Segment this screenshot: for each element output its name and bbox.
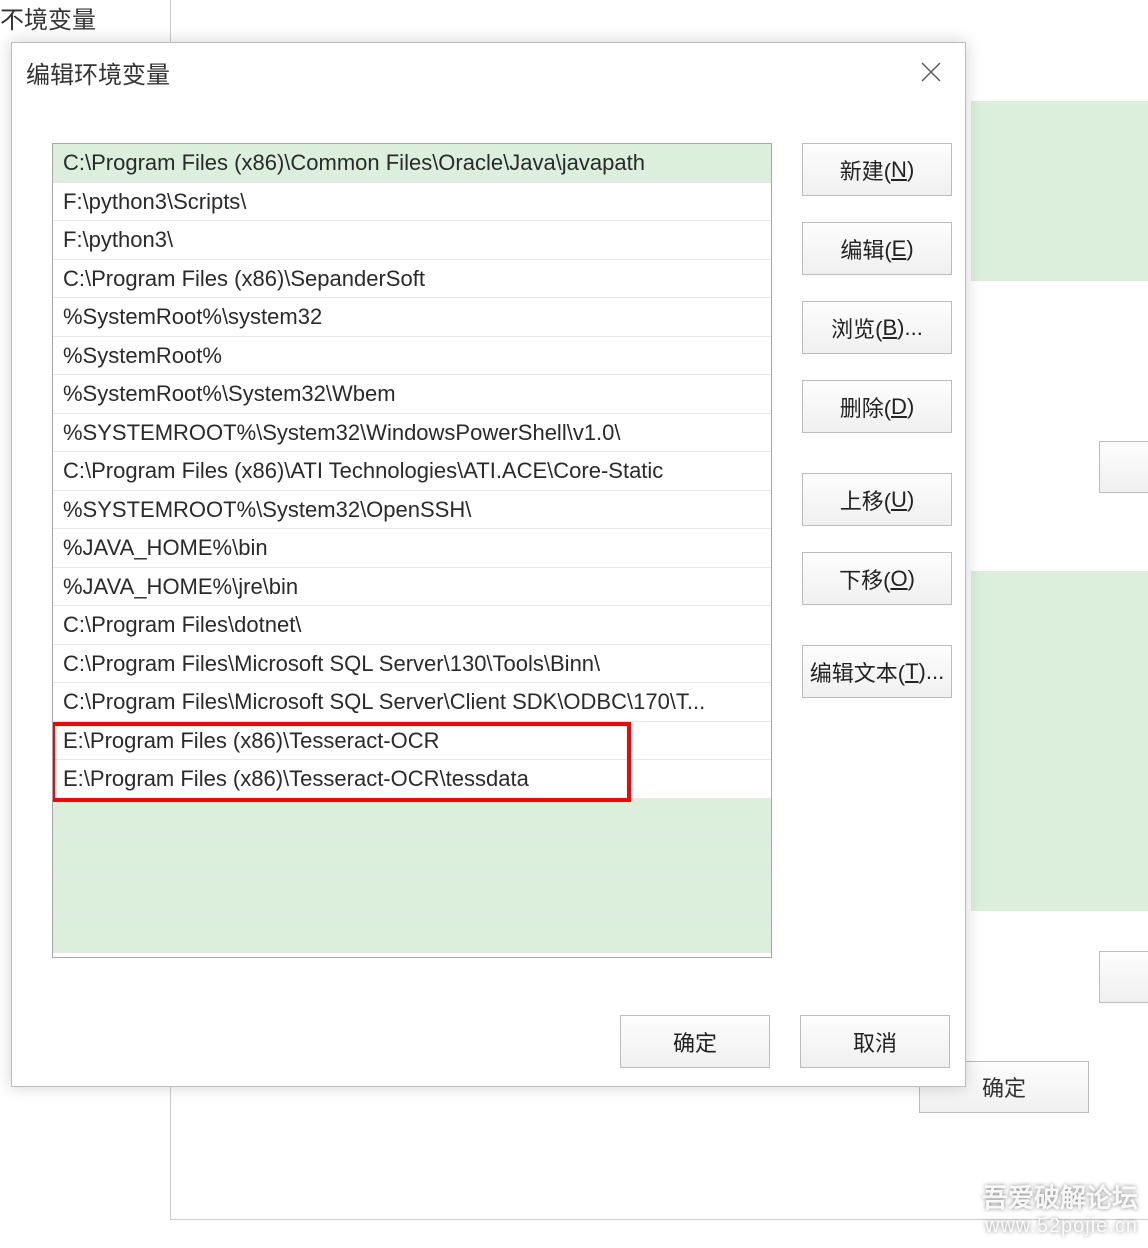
list-item[interactable]: C:\Program Files (x86)\SepanderSoft — [53, 260, 771, 299]
list-item-empty[interactable] — [53, 914, 771, 953]
ok-button[interactable]: 确定 — [620, 1015, 770, 1068]
list-item-empty[interactable] — [53, 837, 771, 876]
edit-text-button[interactable]: 编辑文本(T)... — [802, 645, 952, 698]
edit-button[interactable]: 编辑(E) — [802, 222, 952, 275]
bg-delete-l-button[interactable]: 除(L) — [1099, 951, 1148, 1003]
path-listbox[interactable]: C:\Program Files (x86)\Common Files\Orac… — [52, 143, 772, 958]
list-item[interactable]: F:\python3\Scripts\ — [53, 183, 771, 222]
delete-button[interactable]: 删除(D) — [802, 380, 952, 433]
list-item[interactable]: %SystemRoot%\system32 — [53, 298, 771, 337]
move-up-button[interactable]: 上移(U) — [802, 473, 952, 526]
side-buttons: 新建(N) 编辑(E) 浏览(B)... 删除(D) 上移(U) 下移(O) 编… — [802, 143, 952, 724]
move-down-button[interactable]: 下移(O) — [802, 552, 952, 605]
new-button[interactable]: 新建(N) — [802, 143, 952, 196]
list-item[interactable]: C:\Program Files\Microsoft SQL Server\Cl… — [53, 683, 771, 722]
list-item[interactable]: C:\Program Files\dotnet\ — [53, 606, 771, 645]
edit-env-var-dialog: 编辑环境变量 C:\Program Files (x86)\Common Fil… — [11, 42, 966, 1087]
list-item[interactable]: C:\Program Files\Microsoft SQL Server\13… — [53, 645, 771, 684]
bg-delete-d-button[interactable]: 除(D) — [1099, 441, 1148, 493]
bg-green-1 — [971, 101, 1148, 281]
list-item[interactable]: C:\Program Files (x86)\Common Files\Orac… — [53, 144, 771, 183]
dialog-footer: 确定 取消 — [620, 1015, 950, 1068]
list-item[interactable]: %JAVA_HOME%\bin — [53, 529, 771, 568]
titlebar: 编辑环境变量 — [12, 43, 965, 91]
close-icon — [920, 61, 942, 83]
list-item[interactable]: %SYSTEMROOT%\System32\WindowsPowerShell\… — [53, 414, 771, 453]
list-item[interactable]: F:\python3\ — [53, 221, 771, 260]
close-button[interactable] — [911, 52, 951, 92]
dialog-title: 编辑环境变量 — [26, 55, 170, 90]
cancel-button[interactable]: 取消 — [800, 1015, 950, 1068]
list-item[interactable]: %SystemRoot%\System32\Wbem — [53, 375, 771, 414]
list-item[interactable]: C:\Program Files (x86)\ATI Technologies\… — [53, 452, 771, 491]
bg-window-title: 不境变量 — [0, 0, 96, 35]
list-item[interactable]: %SystemRoot% — [53, 337, 771, 376]
list-item[interactable]: %SYSTEMROOT%\System32\OpenSSH\ — [53, 491, 771, 530]
browse-button[interactable]: 浏览(B)... — [802, 301, 952, 354]
bg-green-2 — [971, 571, 1148, 911]
list-item[interactable]: E:\Program Files (x86)\Tesseract-OCR — [53, 722, 771, 761]
list-item-empty[interactable] — [53, 876, 771, 915]
client-area: C:\Program Files (x86)\Common Files\Orac… — [52, 143, 950, 1056]
list-item[interactable]: %JAVA_HOME%\jre\bin — [53, 568, 771, 607]
list-item[interactable]: E:\Program Files (x86)\Tesseract-OCR\tes… — [53, 760, 771, 799]
list-item-empty[interactable] — [53, 799, 771, 838]
